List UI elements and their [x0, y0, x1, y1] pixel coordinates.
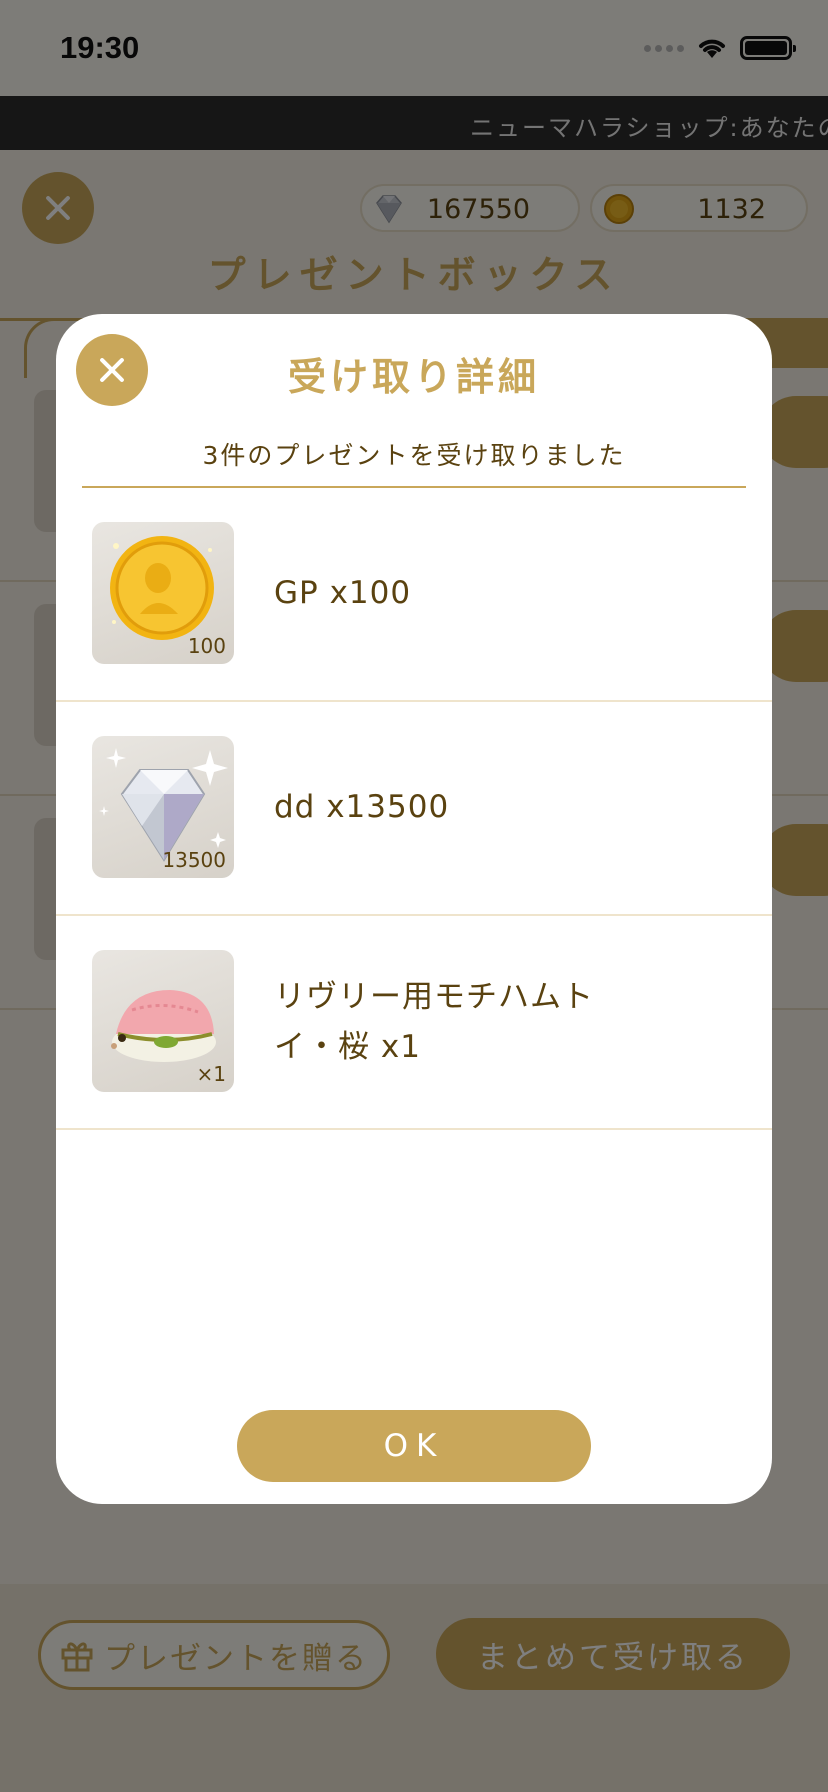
item-quantity-badge: ×1: [196, 1062, 226, 1086]
ok-button[interactable]: OK: [237, 1410, 591, 1482]
item-thumbnail: 13500: [92, 736, 234, 878]
item-name: dd x13500: [274, 789, 450, 825]
item-thumbnail: ×1: [92, 950, 234, 1092]
receipt-detail-dialog: 受け取り詳細 3件のプレゼントを受け取りました 100 GP x100 1350…: [56, 314, 772, 1504]
item-name: GP x100: [274, 575, 412, 611]
item-thumbnail: 100: [92, 522, 234, 664]
received-item-row: ×1 リヴリー用モチハムト イ・桜 x1: [56, 916, 772, 1130]
received-item-row: 13500 dd x13500: [56, 702, 772, 916]
received-item-row: 100 GP x100: [56, 488, 772, 702]
dialog-subtitle: 3件のプレゼントを受け取りました: [202, 441, 626, 470]
item-name-line: イ・桜 x1: [274, 1029, 421, 1065]
item-quantity-badge: 13500: [162, 848, 226, 872]
item-name-line: リヴリー用モチハムト: [274, 979, 594, 1015]
ok-label: OK: [383, 1428, 445, 1464]
dialog-title: 受け取り詳細: [287, 355, 540, 399]
item-quantity-badge: 100: [187, 634, 226, 658]
item-name: リヴリー用モチハムト イ・桜 x1: [274, 972, 674, 1072]
